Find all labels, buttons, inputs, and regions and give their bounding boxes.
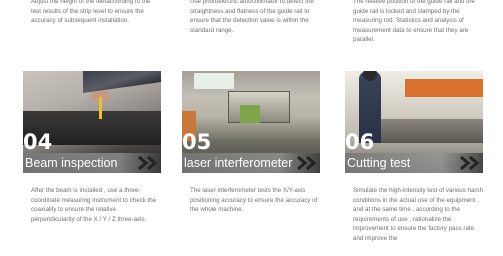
laser-interferometer-description: The laser interferometer tests the X/Y-a… — [190, 187, 318, 214]
card-title: laser interferometer — [184, 156, 293, 170]
double-chevron-right-icon — [460, 155, 480, 171]
cutting-test-card[interactable]: 06 Cutting test — [345, 71, 483, 173]
beam-inspection-description: After the beam is installed , use a thre… — [31, 187, 157, 223]
card-caption: 05 laser interferometer — [182, 132, 320, 173]
step-05-description: The relative position of the guide rail … — [353, 0, 475, 44]
card-caption: 06 Cutting test — [345, 132, 483, 173]
process-column-06: The relative position of the guide rail … — [345, 0, 483, 256]
card-title: Cutting test — [347, 156, 411, 170]
beam-inspection-card[interactable]: 04 Beam inspection — [23, 71, 161, 173]
process-column-05: Use photoelectric autocollimator to dete… — [182, 0, 320, 256]
cutting-test-description: Simulate the high-intensity test of vari… — [353, 187, 484, 242]
laser-interferometer-card[interactable]: 05 laser interferometer — [182, 71, 320, 173]
step-number: 04 — [23, 130, 53, 154]
double-chevron-right-icon — [297, 155, 317, 171]
card-title: Beam inspection — [25, 156, 118, 170]
step-03-description: Adjust the height of the feetaccording t… — [31, 0, 151, 25]
step-number: 06 — [345, 130, 375, 154]
card-caption: 04 Beam inspection — [23, 132, 161, 173]
step-04-description: Use photoelectric autocollimator to dete… — [190, 0, 314, 34]
step-number: 05 — [182, 130, 212, 154]
double-chevron-right-icon — [138, 155, 158, 171]
process-column-04: Adjust the height of the feetaccording t… — [23, 0, 161, 256]
